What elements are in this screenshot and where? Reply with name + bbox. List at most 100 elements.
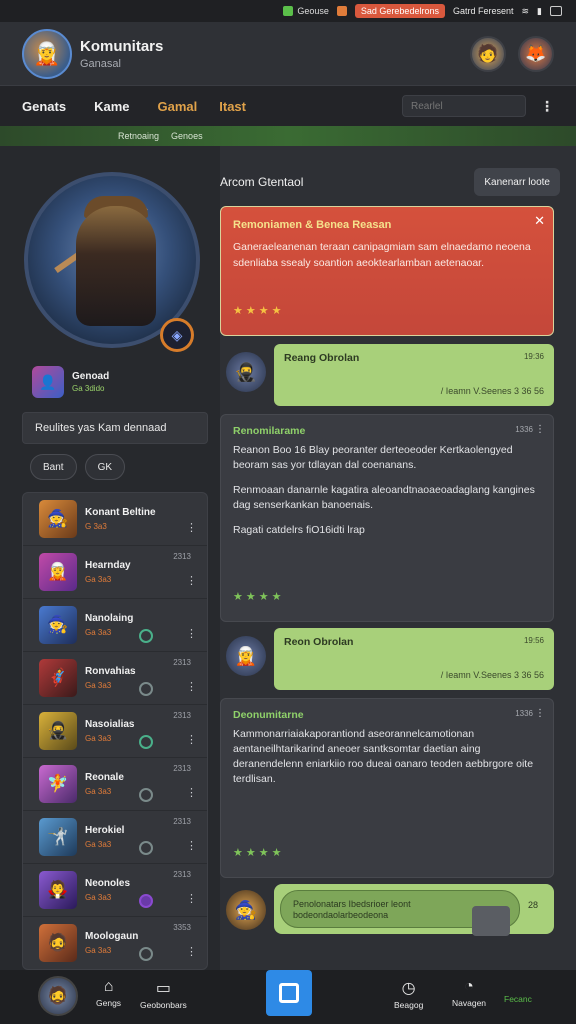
rating-stars: ★★★★	[233, 847, 285, 859]
pill-gk[interactable]: GK	[84, 454, 126, 480]
list-item[interactable]: 🧛 Neonoles Ga 3a3 2313 ⋮	[23, 864, 207, 917]
status-icon	[139, 629, 153, 643]
post-title: Renomilarame	[233, 425, 306, 437]
user-avatar-1[interactable]: 🧑	[470, 35, 506, 72]
list-item[interactable]: 🧙 Konant Beltine G 3a3 ⋮	[23, 493, 207, 546]
profile-row[interactable]: 👤 Genoad Ga 3dido	[32, 366, 109, 398]
nav-compass[interactable]: ◔ Navagen	[452, 978, 486, 1008]
message-bubble: Reon Obrolan 19:56 / Ieamn V.Seenes 3 36…	[274, 628, 554, 690]
alert-title: Remoniamen & Benea Reasan	[233, 219, 392, 231]
close-icon[interactable]: ✕	[534, 213, 545, 229]
more-icon[interactable]: ⋮	[186, 521, 197, 534]
bottom-nav: 🧔 ⌂ Gengs ▭ Geobonbars ◷ Beagog ◔ Navage…	[0, 970, 576, 1024]
pill-row: Bant GK	[30, 454, 126, 480]
community-avatar[interactable]: 🧝	[22, 28, 72, 79]
hero-figure	[76, 206, 156, 326]
filter-box[interactable]: Reulites yas Kam dennaad	[22, 412, 208, 444]
status-icon	[139, 894, 153, 908]
rating-stars: ★★★★	[233, 305, 285, 317]
status-icon	[139, 947, 153, 961]
list-item[interactable]: 🧔 Moologaun Ga 3a3 3353 ⋮	[23, 917, 207, 969]
search-input[interactable]	[402, 95, 526, 117]
compose-box[interactable]: Penolonatars Ibedsrioer leont bodeondaol…	[274, 884, 554, 934]
more-icon[interactable]: ⋮	[186, 574, 197, 587]
nav-active[interactable]: Fecanc	[504, 994, 532, 1004]
status-icon	[139, 735, 153, 749]
post-card[interactable]: Deonumitarne 1336 ⋮ Kammonarriaiakaporan…	[220, 698, 554, 878]
square-icon	[279, 983, 299, 1003]
status-icon	[139, 841, 153, 855]
nav-item-gamal[interactable]: Gamal	[158, 99, 198, 114]
right-panel: Arcom Gtentaol Kanenarr loote Remoniamen…	[220, 146, 576, 970]
alert-card[interactable]: Remoniamen & Benea Reasan Ganeraeleanena…	[220, 206, 554, 336]
status-chip-3: Gatrd Feresent	[452, 6, 514, 16]
profile-avatar: 👤	[32, 366, 64, 398]
sub-item-genoes[interactable]: Genoes	[171, 131, 203, 141]
center-action-button[interactable]	[266, 970, 312, 1016]
more-icon[interactable]: ⋮	[186, 680, 197, 693]
user-avatar-2[interactable]: 🦊	[518, 35, 554, 72]
more-icon[interactable]: ⋮	[535, 424, 545, 435]
list-item[interactable]: 🤺 Herokiel Ga 3a3 2313 ⋮	[23, 811, 207, 864]
signal-icon: ▮	[537, 5, 542, 16]
status-icon	[139, 788, 153, 802]
profile-name: Genoad	[72, 371, 110, 382]
more-icon[interactable]: ⋮	[186, 733, 197, 746]
app-header: 🧝 Komunitars Ganasal 🧑 🦊	[0, 22, 576, 86]
status-bar: Geouse Sad Gerebedelrons Gatrd Feresent …	[0, 0, 576, 22]
more-icon[interactable]: ⋮	[186, 839, 197, 852]
character-thumb: 🧙	[39, 606, 77, 644]
more-icon[interactable]: ⋮	[186, 892, 197, 905]
sub-item-retnoaing[interactable]: Retnoaing	[118, 131, 159, 141]
nav-home[interactable]: ⌂ Gengs	[96, 978, 121, 1008]
list-item[interactable]: 🧙 Nanolaing Ga 3a3 ⋮	[23, 599, 207, 652]
composer-avatar: 🧙	[226, 890, 266, 930]
nav-item-genats[interactable]: Genats	[22, 99, 66, 114]
character-list: 🧙 Konant Beltine G 3a3 ⋮ 🧝 Hearnday Ga 3…	[22, 492, 208, 970]
action-button[interactable]: Kanenarr loote	[474, 168, 560, 196]
message-row[interactable]: 🥷 Reang Obrolan 19:36 / Ieamn V.Seenes 3…	[220, 344, 560, 410]
character-thumb: 🧛	[39, 871, 77, 909]
message-avatar: 🧝	[226, 636, 266, 676]
character-thumb: 🥷	[39, 712, 77, 750]
more-icon[interactable]: ⋮	[535, 708, 545, 719]
post-card[interactable]: Renomilarame 1336 ⋮ Reanon Boo 16 Blay p…	[220, 414, 554, 622]
profile-status: Ga 3dido	[72, 384, 105, 393]
list-item[interactable]: 🧚 Reonale Ga 3a3 2313 ⋮	[23, 758, 207, 811]
message-bubble: Reang Obrolan 19:36 / Ieamn V.Seenes 3 3…	[274, 344, 554, 406]
panel-title: Arcom Gtentaol	[220, 175, 304, 189]
post-title: Deonumitarne	[233, 709, 304, 721]
level-badge-icon: ◈	[160, 318, 194, 352]
right-header: Arcom Gtentaol Kanenarr loote	[220, 168, 560, 196]
clock-icon: ◷	[401, 980, 416, 997]
pill-bant[interactable]: Bant	[30, 454, 77, 480]
alert-body: Ganeraeleanenan teraan canipagmiam sam e…	[233, 241, 531, 269]
more-icon[interactable]: ⋮	[540, 98, 554, 115]
app-icon	[283, 6, 294, 16]
nav-clock[interactable]: ◷ Beagog	[394, 978, 423, 1010]
profile-avatar[interactable]: 🧔	[38, 976, 78, 1016]
list-item[interactable]: 🧝 Hearnday Ga 3a3 2313 ⋮	[23, 546, 207, 599]
status-icon	[139, 682, 153, 696]
list-item[interactable]: 🦸 Ronvahias Ga 3a3 2313 ⋮	[23, 652, 207, 705]
character-thumb: 🧝	[39, 553, 77, 591]
left-panel: ◈ 👤 Genoad Ga 3dido Reulites yas Kam den…	[0, 146, 220, 970]
scroll-thumb[interactable]	[472, 906, 510, 936]
list-item[interactable]: 🥷 Nasoialias Ga 3a3 2313 ⋮	[23, 705, 207, 758]
nav-item-kame[interactable]: Kame	[94, 99, 129, 114]
character-thumb: 🦸	[39, 659, 77, 697]
nav-bar: Genats Kame Gamal Itast ⋮	[0, 86, 576, 126]
character-thumb: 🧙	[39, 500, 77, 538]
character-thumb: 🧚	[39, 765, 77, 803]
more-icon[interactable]: ⋮	[186, 786, 197, 799]
nav-item-itast[interactable]: Itast	[219, 99, 246, 114]
character-thumb: 🤺	[39, 818, 77, 856]
more-icon[interactable]: ⋮	[186, 945, 197, 958]
app-subtitle: Ganasal	[80, 57, 121, 70]
battery-icon	[550, 6, 562, 16]
message-row[interactable]: 🧝 Reon Obrolan 19:56 / Ieamn V.Seenes 3 …	[220, 628, 560, 694]
compass-icon: ◔	[464, 978, 474, 995]
more-icon[interactable]: ⋮	[186, 627, 197, 640]
app-title: Komunitars	[80, 37, 164, 55]
nav-messages[interactable]: ▭ Geobonbars	[140, 978, 187, 1010]
